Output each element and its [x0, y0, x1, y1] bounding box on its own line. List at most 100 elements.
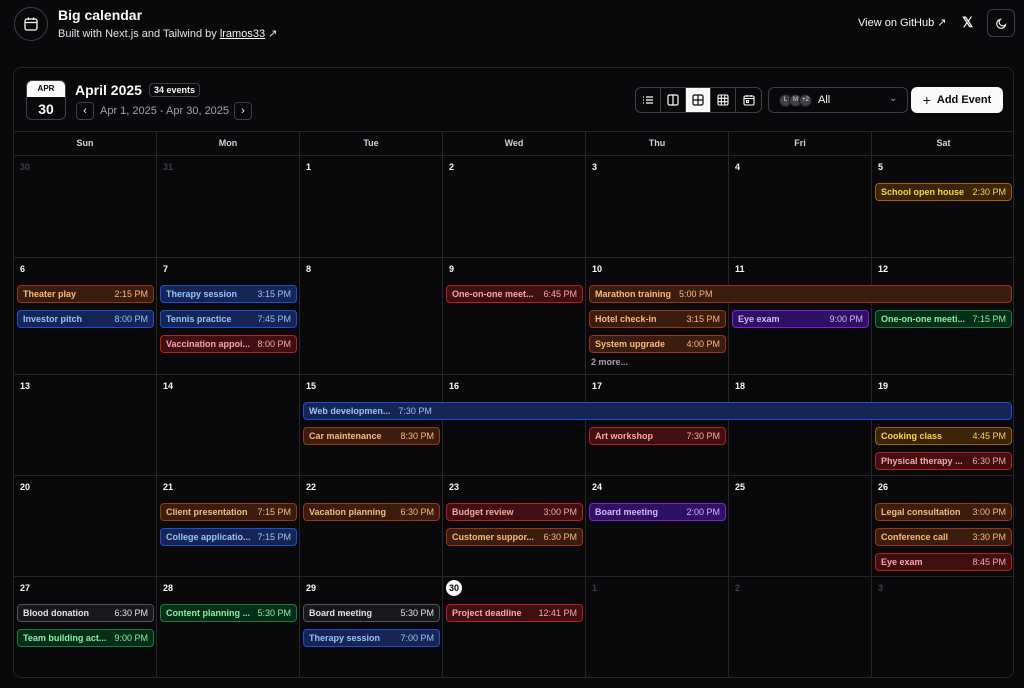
event-time: 2:00 PM	[686, 507, 720, 517]
more-events-link[interactable]: 2 more...	[591, 357, 628, 367]
day-cell[interactable]: 3	[586, 156, 729, 258]
event-item[interactable]: Legal consultation 3:00 PM	[875, 503, 1012, 521]
author-link[interactable]: lramos33	[220, 28, 265, 40]
day-cell[interactable]: 30	[14, 156, 157, 258]
event-item[interactable]: Content planning ... 5:30 PM	[160, 604, 297, 622]
event-item[interactable]: Art workshop 7:30 PM	[589, 427, 726, 445]
event-title: Therapy session	[309, 633, 381, 643]
day-cell[interactable]: 18	[729, 375, 872, 476]
event-item[interactable]: Eye exam 9:00 PM	[732, 310, 869, 328]
event-time: 2:15 PM	[114, 289, 148, 299]
agenda-view-button[interactable]	[636, 88, 661, 112]
day-cell[interactable]: 15	[300, 375, 443, 476]
event-item[interactable]: Cooking class 4:45 PM	[875, 427, 1012, 445]
event-item[interactable]: Theater play 2:15 PM	[17, 285, 154, 303]
user-filter-select[interactable]: L M +2 All ⌄	[768, 87, 908, 113]
day-cell[interactable]: 25	[729, 476, 872, 577]
event-item[interactable]: School open house 2:30 PM	[875, 183, 1012, 201]
event-item[interactable]: Blood donation 6:30 PM	[17, 604, 154, 622]
event-item[interactable]: Physical therapy ... 6:30 PM	[875, 452, 1012, 470]
day-number: 7	[163, 264, 169, 274]
day-cell[interactable]: 16	[443, 375, 586, 476]
prev-month-button[interactable]: ‹	[76, 102, 94, 120]
event-item[interactable]: One-on-one meet... 6:45 PM	[446, 285, 583, 303]
event-item[interactable]: Budget review 3:00 PM	[446, 503, 583, 521]
event-item[interactable]: Therapy session 3:15 PM	[160, 285, 297, 303]
event-title: Eye exam	[738, 314, 780, 324]
day-cell[interactable]: 20	[14, 476, 157, 577]
event-item[interactable]: System upgrade 4:00 PM	[589, 335, 726, 353]
event-item[interactable]: One-on-one meeti... 7:15 PM	[875, 310, 1012, 328]
event-item[interactable]: Web developmen... 7:30 PM	[303, 402, 1012, 420]
add-event-label: Add Event	[936, 94, 992, 106]
day-cell[interactable]: 31	[157, 156, 300, 258]
day-cell[interactable]: 1	[586, 577, 729, 677]
day-cell[interactable]: 21	[157, 476, 300, 577]
day-cell[interactable]: 27	[14, 577, 157, 677]
grid-3x3-icon	[717, 94, 729, 106]
external-link-icon: ↗	[265, 28, 278, 40]
day-cell[interactable]: 8	[300, 258, 443, 375]
event-item[interactable]: Marathon training 5:00 PM	[589, 285, 1012, 303]
day-cell[interactable]: 5	[872, 156, 1013, 258]
month-view-button[interactable]	[686, 88, 711, 112]
day-cell[interactable]: 4	[729, 156, 872, 258]
day-cell[interactable]: 1	[300, 156, 443, 258]
event-item[interactable]: Hotel check-in 3:15 PM	[589, 310, 726, 328]
weekday-label: Mon	[157, 132, 300, 155]
event-item[interactable]: Therapy session 7:00 PM	[303, 629, 440, 647]
day-cell[interactable]: 3	[872, 577, 1013, 677]
day-cell[interactable]: 17	[586, 375, 729, 476]
day-cell[interactable]: 14	[157, 375, 300, 476]
day-view-button[interactable]	[661, 88, 686, 112]
event-item[interactable]: Project deadline 12:41 PM	[446, 604, 583, 622]
weekday-label: Thu	[586, 132, 729, 155]
event-item[interactable]: Vaccination appoi... 8:00 PM	[160, 335, 297, 353]
event-time: 6:30 PM	[114, 608, 148, 618]
day-cell[interactable]: 28	[157, 577, 300, 677]
day-cell[interactable]: 2	[729, 577, 872, 677]
day-cell[interactable]: 13	[14, 375, 157, 476]
event-item[interactable]: Customer suppor... 6:30 PM	[446, 528, 583, 546]
year-view-button[interactable]	[736, 88, 761, 112]
event-time: 7:15 PM	[257, 532, 291, 542]
date-range: Apr 1, 2025 - Apr 30, 2025	[100, 105, 230, 117]
event-item[interactable]: Board meeting 2:00 PM	[589, 503, 726, 521]
event-item[interactable]: Car maintenance 8:30 PM	[303, 427, 440, 445]
event-item[interactable]: Vacation planning 6:30 PM	[303, 503, 440, 521]
day-cell[interactable]: 30	[443, 577, 586, 677]
event-item[interactable]: Tennis practice 7:45 PM	[160, 310, 297, 328]
event-item[interactable]: Client presentation 7:15 PM	[160, 503, 297, 521]
day-number: 30	[20, 162, 31, 172]
moon-icon	[995, 17, 1007, 29]
event-item[interactable]: Eye exam 8:45 PM	[875, 553, 1012, 571]
event-item[interactable]: Conference call 3:30 PM	[875, 528, 1012, 546]
event-time: 12:41 PM	[538, 608, 577, 618]
day-cell[interactable]: 29	[300, 577, 443, 677]
next-month-button[interactable]: ›	[234, 102, 252, 120]
event-title: Tennis practice	[166, 314, 232, 324]
weekday-header: Sun Mon Tue Wed Thu Fri Sat	[14, 132, 1013, 156]
event-item[interactable]: Board meeting 5:30 PM	[303, 604, 440, 622]
day-cell[interactable]: 22	[300, 476, 443, 577]
day-number: 19	[878, 381, 889, 391]
event-item[interactable]: Investor pitch 8:00 PM	[17, 310, 154, 328]
week-view-button[interactable]	[711, 88, 736, 112]
event-item[interactable]: College applicatio... 7:15 PM	[160, 528, 297, 546]
theme-toggle-button[interactable]	[987, 9, 1015, 37]
day-number: 3	[878, 583, 884, 593]
day-number: 6	[20, 264, 26, 274]
day-number: 23	[449, 482, 460, 492]
x-twitter-icon[interactable]: 𝕏	[962, 14, 973, 31]
day-cell[interactable]: 2	[443, 156, 586, 258]
calendar-container: APR 30 April 2025 34 events ‹ Apr 1, 202…	[13, 67, 1014, 678]
day-cell[interactable]: 23	[443, 476, 586, 577]
event-title: Customer suppor...	[452, 532, 535, 542]
event-title: Web developmen...	[309, 406, 391, 416]
day-cell[interactable]: 24	[586, 476, 729, 577]
day-cell[interactable]: 9	[443, 258, 586, 375]
github-link[interactable]: View on GitHub ↗	[858, 16, 947, 29]
event-item[interactable]: Team building act... 9:00 PM	[17, 629, 154, 647]
event-time: 8:30 PM	[400, 431, 434, 441]
add-event-button[interactable]: + Add Event	[911, 87, 1003, 113]
